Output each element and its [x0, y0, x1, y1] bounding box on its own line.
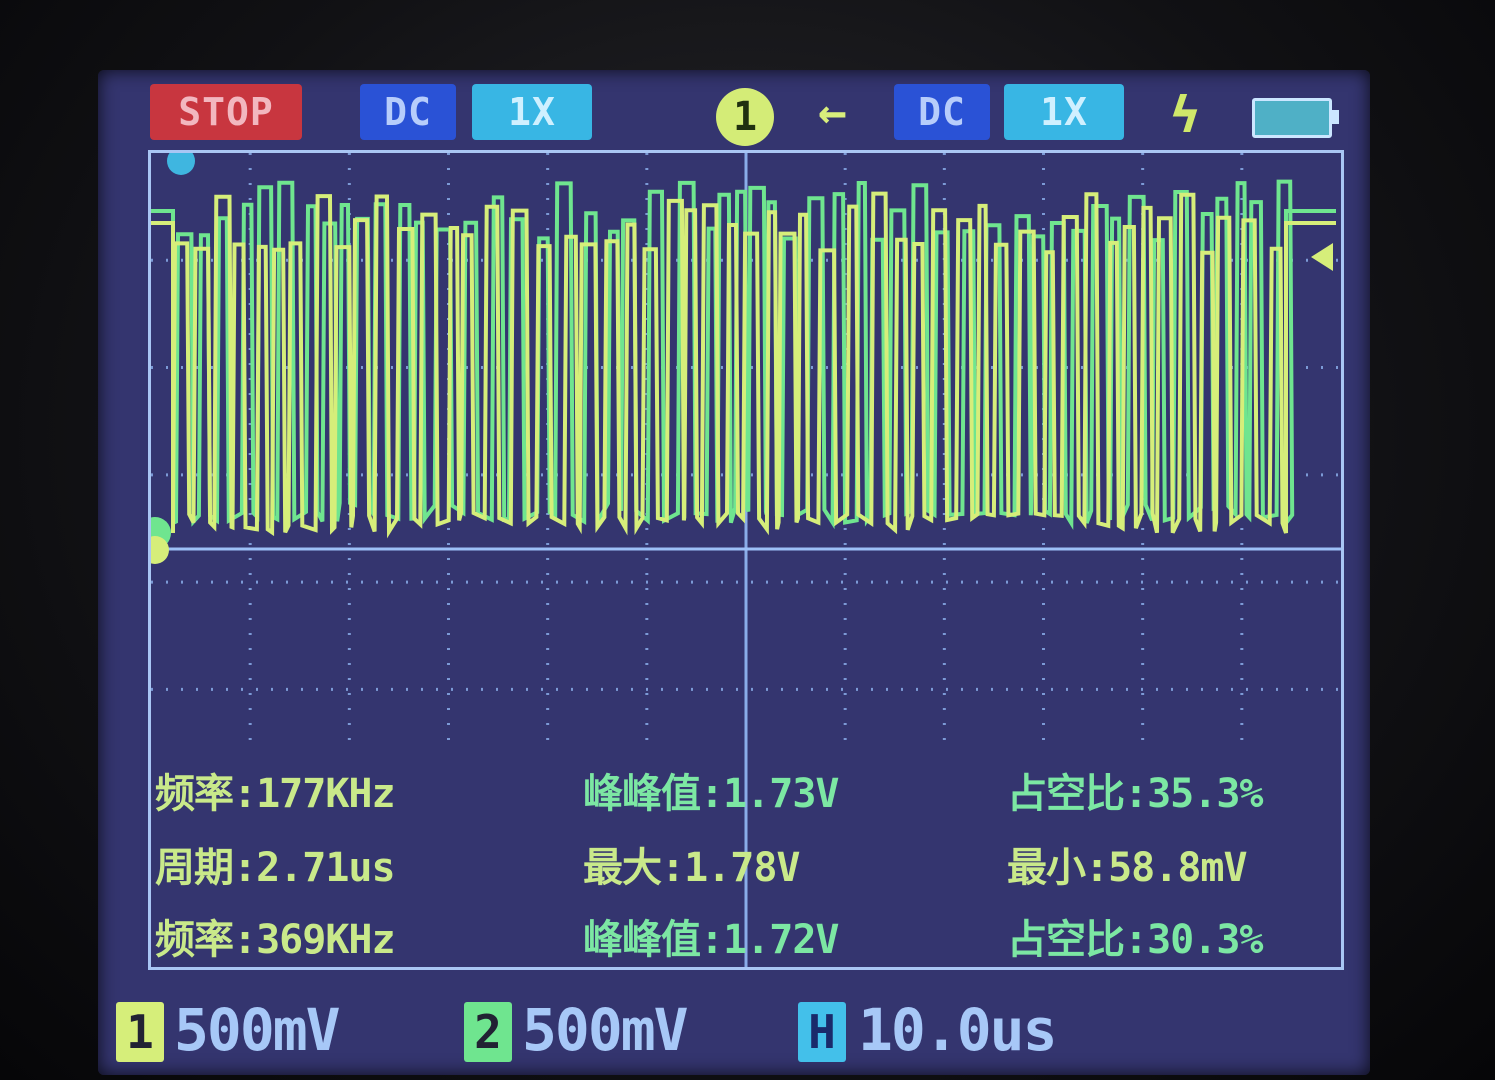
timebase-badge[interactable]: H	[798, 1002, 846, 1062]
meas-row1-col2: 峰峰值:1.73V	[583, 761, 840, 819]
trigger-level-marker	[1311, 243, 1333, 271]
bottom-scale-bar: 1 500mV 2 500mV H 10.0us	[98, 990, 1370, 1075]
ch1-waveform	[151, 191, 1336, 539]
max-value: 1.78V	[684, 845, 800, 891]
trigger-edge-lightning-icon: ϟ	[1170, 86, 1201, 144]
meas-row3-col1: 频率:369KHz	[155, 907, 396, 965]
ch1-scale-badge[interactable]: 1	[116, 1002, 164, 1062]
duty2-label: 占空比:	[1007, 917, 1148, 963]
duty2-value: 30.3%	[1147, 917, 1263, 963]
duty1-label: 占空比:	[1007, 771, 1148, 817]
meas-row2-col2: 最大:1.78V	[583, 835, 801, 893]
meas-row2-col1: 周期:2.71us	[155, 835, 396, 893]
ch2-coupling-badge[interactable]: DC	[894, 84, 990, 140]
meas-row2-col3: 最小:58.8mV	[1007, 835, 1248, 893]
trigger-direction-arrow-icon: ←	[818, 84, 847, 140]
timebase-time-per-div[interactable]: 10.0us	[858, 996, 1058, 1064]
period-value: 2.71us	[256, 845, 395, 891]
meas-row1-col3: 占空比:35.3%	[1007, 761, 1264, 819]
vpp2-label: 峰峰值:	[583, 917, 724, 963]
top-status-bar: STOP DC 1X 1 ← DC 1X ϟ	[98, 70, 1370, 152]
trigger-channel-badge[interactable]: 1	[716, 88, 774, 146]
freq2-value: 369KHz	[256, 917, 395, 963]
meas-row3-col2: 峰峰值:1.72V	[583, 907, 840, 965]
ch1-volts-per-div[interactable]: 500mV	[174, 996, 341, 1064]
battery-icon	[1252, 98, 1339, 138]
freq2-label: 频率:	[155, 917, 257, 963]
min-label: 最小:	[1007, 845, 1109, 891]
vpp2-value: 1.72V	[723, 917, 839, 963]
duty1-value: 35.3%	[1147, 771, 1263, 817]
waveform-display: 频率:177KHz 峰峰值:1.73V 占空比:35.3% 周期:2.71us …	[148, 150, 1344, 970]
vpp1-label: 峰峰值:	[583, 771, 724, 817]
ch2-volts-per-div[interactable]: 500mV	[522, 996, 689, 1064]
ch2-scale-badge[interactable]: 2	[464, 1002, 512, 1062]
min-value: 58.8mV	[1108, 845, 1247, 891]
trigger-position-marker	[167, 153, 195, 175]
ch2-probe-badge[interactable]: 1X	[1004, 84, 1124, 140]
ch1-coupling-badge[interactable]: DC	[360, 84, 456, 140]
freq1-label: 频率:	[155, 771, 257, 817]
meas-row1-col1: 频率:177KHz	[155, 761, 396, 819]
period-label: 周期:	[155, 845, 257, 891]
max-label: 最大:	[583, 845, 685, 891]
oscilloscope-screen: STOP DC 1X 1 ← DC 1X ϟ 频率:177KHz 峰峰值:1.7…	[98, 70, 1370, 1075]
run-stop-indicator[interactable]: STOP	[150, 84, 302, 140]
meas-row3-col3: 占空比:30.3%	[1007, 907, 1264, 965]
vpp1-value: 1.73V	[723, 771, 839, 817]
ch1-probe-badge[interactable]: 1X	[472, 84, 592, 140]
freq1-value: 177KHz	[256, 771, 395, 817]
